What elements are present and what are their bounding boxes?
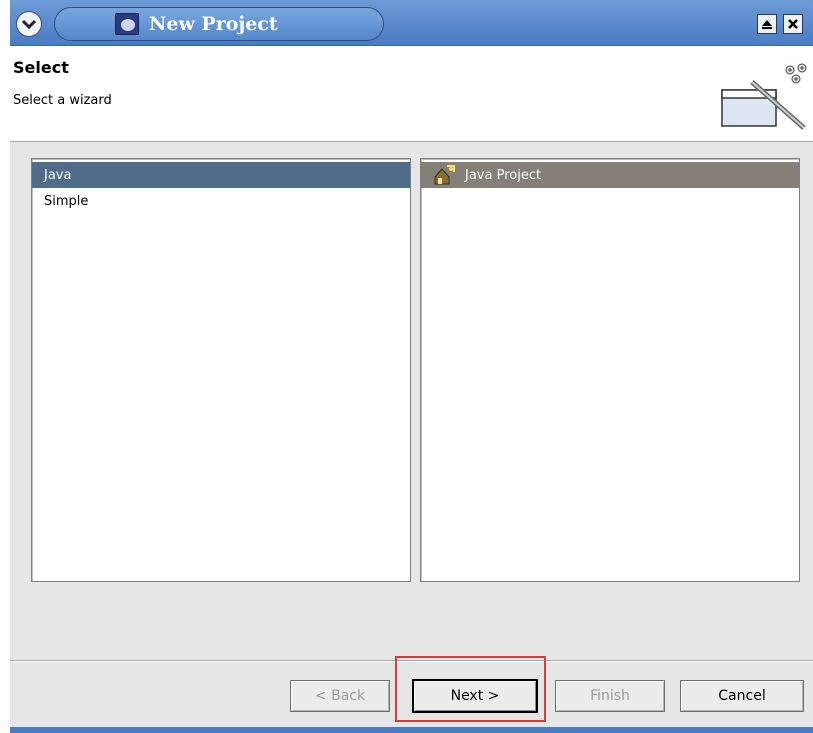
new-project-dialog: New Project Select Select a wizard Java … <box>10 0 813 733</box>
list-item-label: Java <box>44 167 72 183</box>
maximize-button[interactable] <box>757 14 777 34</box>
list-item-label: Simple <box>44 193 89 209</box>
window-bottom-border <box>10 727 813 733</box>
window-menu-button[interactable] <box>16 11 42 37</box>
wizard-banner-icon <box>721 63 807 130</box>
finish-button[interactable]: Finish <box>555 680 665 712</box>
close-button[interactable] <box>783 14 803 34</box>
category-list[interactable]: Java Simple <box>31 158 411 582</box>
chevron-down-icon <box>22 19 36 29</box>
window-title: New Project <box>149 13 278 35</box>
list-item-simple[interactable]: Simple <box>32 188 410 214</box>
wizard-list[interactable]: Java Project <box>420 158 800 582</box>
maximize-icon <box>762 20 772 29</box>
page-subtitle: Select a wizard <box>13 93 112 108</box>
java-project-icon <box>434 165 455 185</box>
wizard-header: Select Select a wizard <box>10 46 813 142</box>
next-highlight-annotation <box>395 656 546 722</box>
page-title: Select <box>13 58 69 77</box>
list-item-java[interactable]: Java <box>32 162 410 188</box>
cancel-button[interactable]: Cancel <box>680 680 804 712</box>
eclipse-app-icon <box>115 13 139 35</box>
title-pill: New Project <box>54 7 384 41</box>
list-item-label: Java Project <box>465 167 542 183</box>
list-item-java-project[interactable]: Java Project <box>421 162 799 188</box>
back-button[interactable]: < Back <box>290 680 390 712</box>
title-bar[interactable]: New Project <box>10 0 813 46</box>
close-icon <box>788 19 798 29</box>
